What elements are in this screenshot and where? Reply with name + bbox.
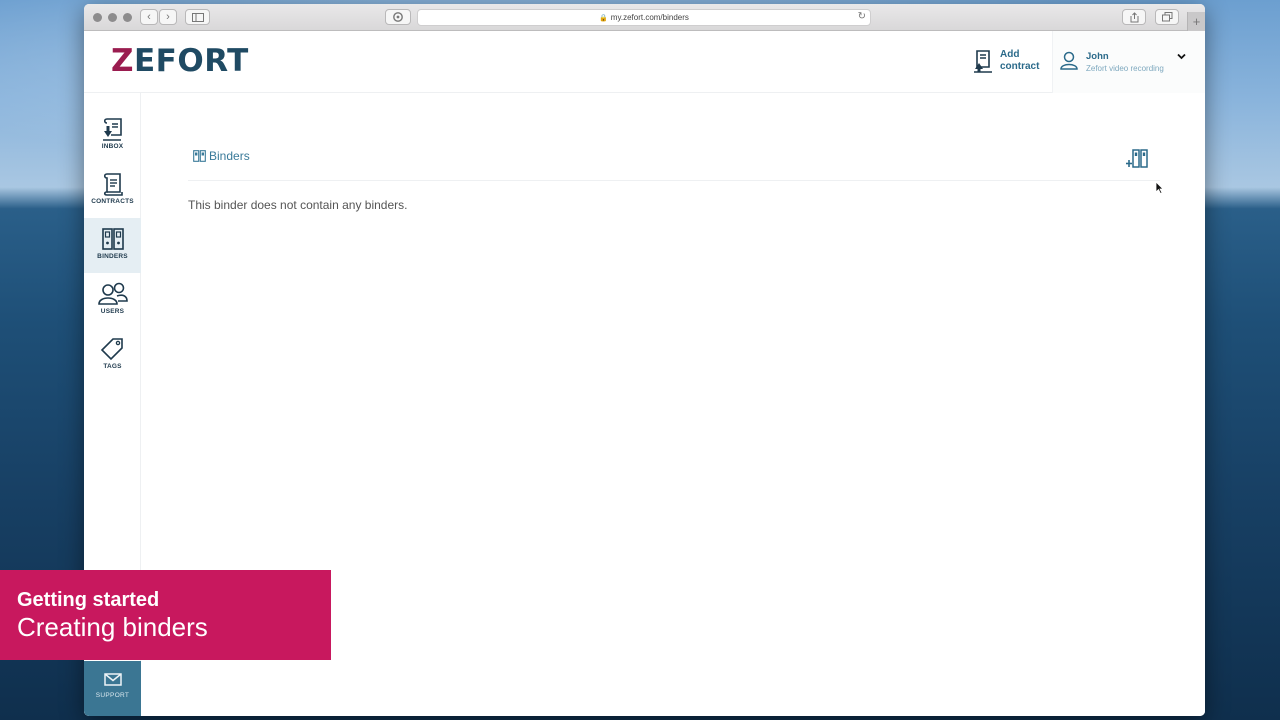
new-tab-button[interactable]: + <box>1187 12 1205 31</box>
user-menu[interactable]: John Zefort video recording <box>1052 31 1205 93</box>
breadcrumb[interactable]: Binders <box>193 149 250 163</box>
support-label: SUPPORT <box>95 692 130 699</box>
contracts-icon <box>103 173 123 196</box>
sidebar-item-label: CONTRACTS <box>91 198 134 205</box>
close-window-button[interactable] <box>93 13 102 22</box>
empty-state-message: This binder does not contain any binders… <box>188 198 408 212</box>
sidebar-item-label: TAGS <box>103 363 122 370</box>
share-button[interactable] <box>1122 9 1146 25</box>
support-button[interactable]: SUPPORT <box>84 661 141 716</box>
logo-text: EFORT <box>133 43 249 79</box>
back-button[interactable]: ‹ <box>140 9 158 25</box>
forward-button[interactable]: › <box>159 9 177 25</box>
envelope-icon <box>103 673 122 686</box>
add-binder-icon <box>1126 149 1148 168</box>
lock-icon: 🔒 <box>599 14 608 22</box>
sidebar-item-label: BINDERS <box>97 253 128 260</box>
privacy-report-button[interactable] <box>385 9 411 25</box>
plus-icon: + <box>1192 14 1201 29</box>
breadcrumb-binders: Binders <box>209 149 250 163</box>
browser-toolbar: ‹ › 🔒 my.zefort.com/binders ↻ + <box>84 4 1205 31</box>
minimize-window-button[interactable] <box>108 13 117 22</box>
chevron-right-icon: › <box>166 11 170 23</box>
reload-icon[interactable]: ↻ <box>858 11 866 22</box>
video-title-banner: Getting started Creating binders <box>0 570 331 660</box>
zoom-window-button[interactable] <box>123 13 132 22</box>
user-organization: Zefort video recording <box>1086 64 1164 73</box>
sidebar-item-inbox[interactable]: INBOX <box>84 108 141 163</box>
inbox-icon <box>102 118 122 141</box>
user-icon <box>1060 51 1078 70</box>
chevron-left-icon: ‹ <box>147 11 151 23</box>
sidebar-item-binders[interactable]: BINDERS <box>84 218 141 273</box>
tabs-overview-button[interactable] <box>1155 9 1179 25</box>
chevron-down-icon <box>1177 53 1186 60</box>
share-icon <box>1130 11 1138 22</box>
tag-icon <box>100 338 123 361</box>
binders-icon <box>193 150 206 162</box>
banner-title: Getting started <box>17 589 160 611</box>
address-bar[interactable]: 🔒 my.zefort.com/binders ↻ <box>417 9 871 26</box>
sidebar-item-contracts[interactable]: CONTRACTS <box>84 163 141 218</box>
banner-subtitle: Creating binders <box>17 612 208 642</box>
add-binder-button[interactable] <box>1126 149 1148 174</box>
sidebar-icon <box>191 12 204 22</box>
tabs-icon <box>1161 12 1172 22</box>
content-divider <box>188 180 1160 181</box>
sidebar-item-users[interactable]: USERS <box>84 273 141 328</box>
app-header: ZEFORT Add contract John Zefort video re… <box>84 31 1205 93</box>
url-text: my.zefort.com/binders <box>610 13 689 22</box>
mouse-cursor-icon <box>1155 181 1164 194</box>
logo-letter-z: Z <box>111 43 134 79</box>
sidebar-item-tags[interactable]: TAGS <box>84 328 141 383</box>
shield-icon <box>393 12 403 22</box>
users-icon <box>97 282 128 305</box>
add-contract-label-line1: Add <box>1000 49 1020 60</box>
sidebar-item-label: INBOX <box>101 143 124 150</box>
user-name: John <box>1086 51 1109 62</box>
sidebar-item-label: USERS <box>100 308 125 315</box>
add-contract-button[interactable]: Add contract <box>972 49 1039 73</box>
zefort-logo[interactable]: ZEFORT <box>111 45 249 77</box>
binders-icon <box>101 228 124 250</box>
add-contract-icon <box>974 50 992 73</box>
add-contract-label-line2: contract <box>1000 61 1040 72</box>
sidebar-toggle-button[interactable] <box>185 9 210 25</box>
